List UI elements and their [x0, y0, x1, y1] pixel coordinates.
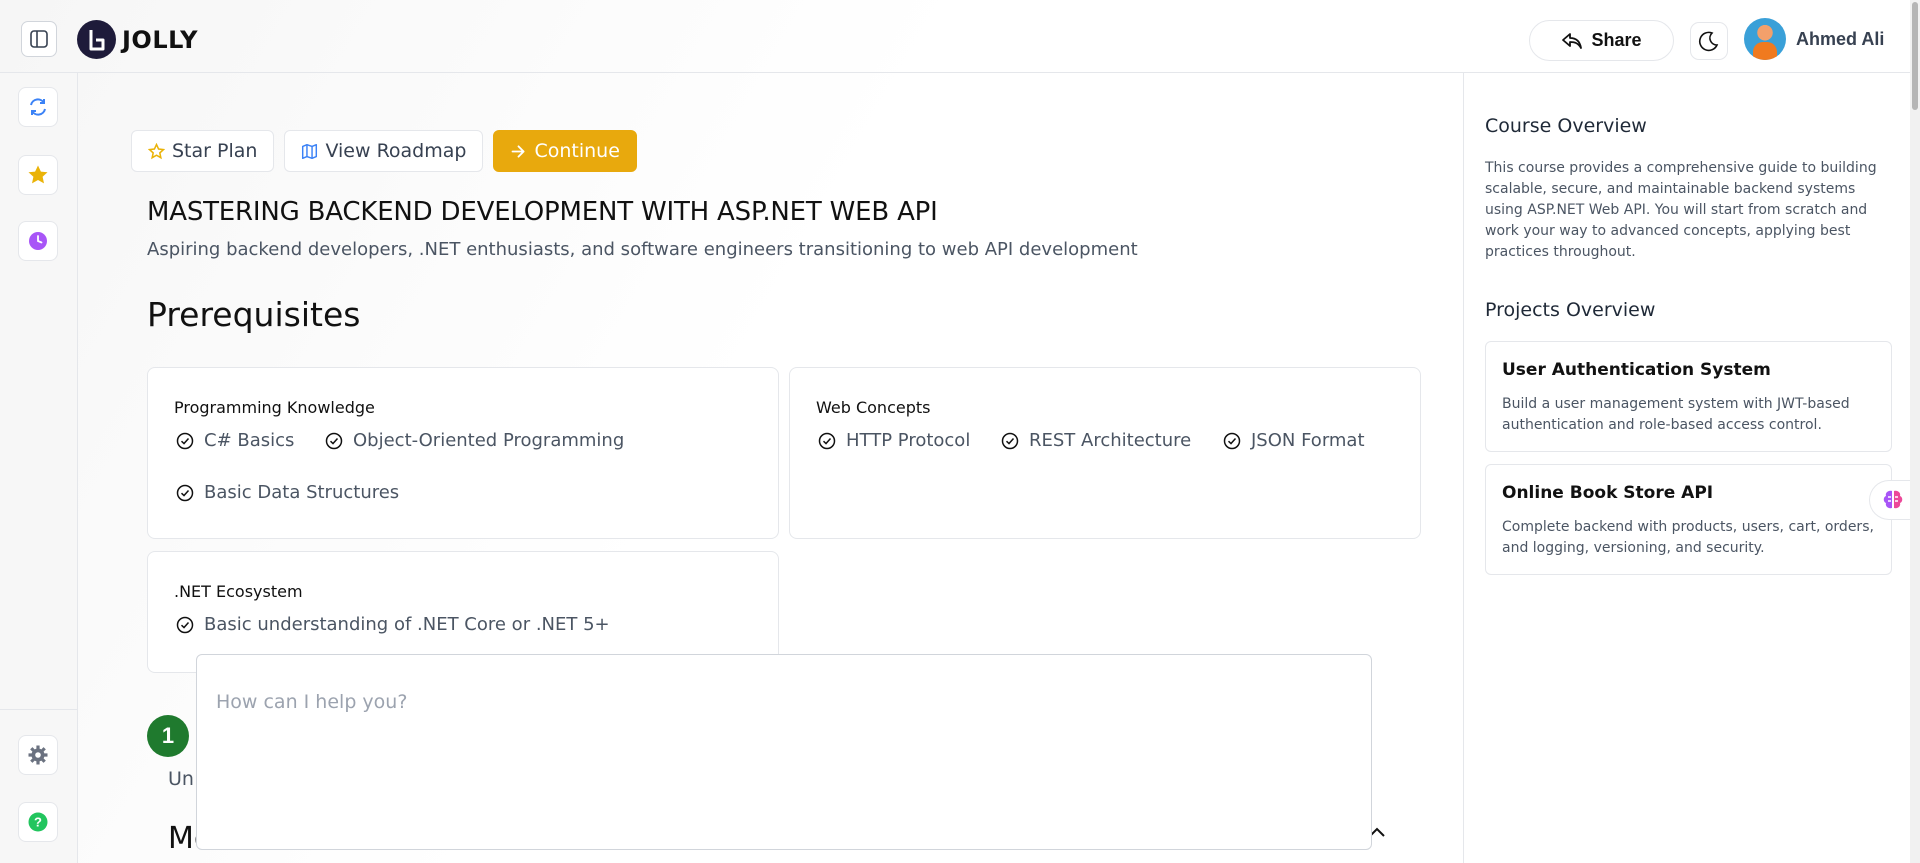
- projects-overview-heading: Projects Overview: [1485, 299, 1656, 321]
- check-circle-icon: [176, 616, 194, 633]
- module-description: Un: [168, 768, 194, 790]
- chat-input[interactable]: [216, 691, 1346, 713]
- right-panel: Course Overview This course provides a c…: [1463, 73, 1910, 863]
- check-circle-icon: [1223, 432, 1241, 449]
- star-icon: [28, 165, 48, 184]
- prereq-card-title: .NET Ecosystem: [174, 582, 303, 601]
- logo-mark-icon: [77, 20, 116, 59]
- course-overview-text: This course provides a comprehensive gui…: [1485, 160, 1877, 260]
- prereq-card-programming: Programming Knowledge C# Basics Object-O…: [147, 367, 779, 539]
- brain-icon: [1883, 490, 1902, 509]
- prereq-item-label: Basic understanding of .NET Core or .NET…: [204, 614, 610, 635]
- prereq-card-title: Programming Knowledge: [174, 398, 375, 417]
- prereq-item: HTTP Protocol: [818, 430, 970, 451]
- course-overview-heading: Course Overview: [1485, 115, 1647, 137]
- arrow-right-icon: [512, 144, 525, 158]
- user-name: Ahmed Ali: [1796, 28, 1885, 49]
- check-circle-icon: [176, 484, 194, 501]
- project-title: Online Book Store API: [1502, 483, 1714, 503]
- app-logo[interactable]: JOLLY: [77, 20, 198, 59]
- check-circle-icon: [1001, 432, 1019, 449]
- rail-refresh-button[interactable]: [18, 87, 58, 127]
- project-card[interactable]: Online Book Store API Complete backend w…: [1485, 464, 1892, 575]
- rail-history-button[interactable]: [18, 221, 58, 261]
- module-step-number: 1: [147, 715, 189, 757]
- project-description: Build a user management system with JWT-…: [1502, 396, 1850, 433]
- theme-toggle-button[interactable]: [1690, 22, 1728, 60]
- ai-assistant-tab[interactable]: [1869, 480, 1915, 520]
- user-menu[interactable]: Ahmed Ali: [1744, 18, 1884, 60]
- prereq-item: Object-Oriented Programming: [325, 430, 624, 451]
- clock-icon: [29, 232, 47, 250]
- logo-text: JOLLY: [122, 25, 199, 54]
- sidebar-panel-icon: [30, 30, 48, 48]
- moon-icon: [1698, 31, 1719, 52]
- refresh-icon: [30, 98, 46, 116]
- sidebar-toggle-button[interactable]: [21, 21, 57, 57]
- main-content: Star Plan View Roadmap Continue MASTERIN…: [79, 73, 1463, 863]
- prereq-item: Basic Data Structures: [176, 482, 399, 503]
- chat-box: [196, 654, 1372, 850]
- view-roadmap-label: View Roadmap: [325, 140, 467, 162]
- view-roadmap-button[interactable]: View Roadmap: [284, 130, 484, 172]
- app-window: JOLLY Share Ahmed Ali ? Star Plan View R…: [0, 0, 1920, 863]
- avatar: [1744, 18, 1786, 60]
- share-label: Share: [1591, 30, 1642, 50]
- prereq-item-label: JSON Format: [1251, 430, 1365, 451]
- project-description: Complete backend with products, users, c…: [1502, 519, 1874, 556]
- rail-settings-button[interactable]: [18, 735, 58, 775]
- check-circle-icon: [325, 432, 343, 449]
- continue-button[interactable]: Continue: [493, 130, 637, 172]
- prereq-item-label: C# Basics: [204, 430, 295, 451]
- project-title: User Authentication System: [1502, 360, 1771, 380]
- prereq-card-web: Web Concepts HTTP Protocol REST Architec…: [789, 367, 1421, 539]
- prereq-item: Basic understanding of .NET Core or .NET…: [176, 614, 610, 635]
- prereq-item-label: REST Architecture: [1029, 430, 1192, 451]
- share-icon: [1562, 32, 1583, 49]
- top-bar: JOLLY Share Ahmed Ali: [0, 4, 1910, 73]
- action-bar: Star Plan View Roadmap Continue: [131, 130, 637, 172]
- rail-divider: [0, 709, 77, 710]
- check-circle-icon: [176, 432, 194, 449]
- help-icon: ?: [28, 812, 48, 832]
- prereq-item: REST Architecture: [1001, 430, 1191, 451]
- gear-icon: [28, 745, 48, 765]
- left-rail: ?: [0, 73, 78, 863]
- share-button[interactable]: Share: [1529, 20, 1674, 61]
- prerequisites-heading: Prerequisites: [147, 295, 361, 334]
- prereq-card-title: Web Concepts: [816, 398, 931, 417]
- project-card[interactable]: User Authentication System Build a user …: [1485, 341, 1892, 452]
- course-title: MASTERING BACKEND DEVELOPMENT WITH ASP.N…: [147, 197, 938, 227]
- course-audience: Aspiring backend developers, .NET enthus…: [147, 239, 1138, 260]
- star-plan-button[interactable]: Star Plan: [131, 130, 275, 172]
- star-outline-icon: [148, 142, 165, 159]
- svg-text:?: ?: [34, 815, 42, 830]
- prereq-item-label: HTTP Protocol: [846, 430, 971, 451]
- prereq-item-label: Object-Oriented Programming: [353, 430, 625, 451]
- prereq-item: JSON Format: [1223, 430, 1365, 451]
- scrollbar-thumb[interactable]: [1912, 2, 1918, 110]
- check-circle-icon: [818, 432, 836, 449]
- star-plan-label: Star Plan: [172, 140, 258, 162]
- page-scrollbar[interactable]: [1910, 0, 1920, 863]
- prereq-item-label: Basic Data Structures: [204, 482, 400, 503]
- rail-help-button[interactable]: ?: [18, 802, 58, 842]
- map-icon: [302, 143, 318, 159]
- rail-favorites-button[interactable]: [18, 155, 58, 195]
- prereq-item: C# Basics: [176, 430, 294, 451]
- continue-label: Continue: [534, 140, 620, 162]
